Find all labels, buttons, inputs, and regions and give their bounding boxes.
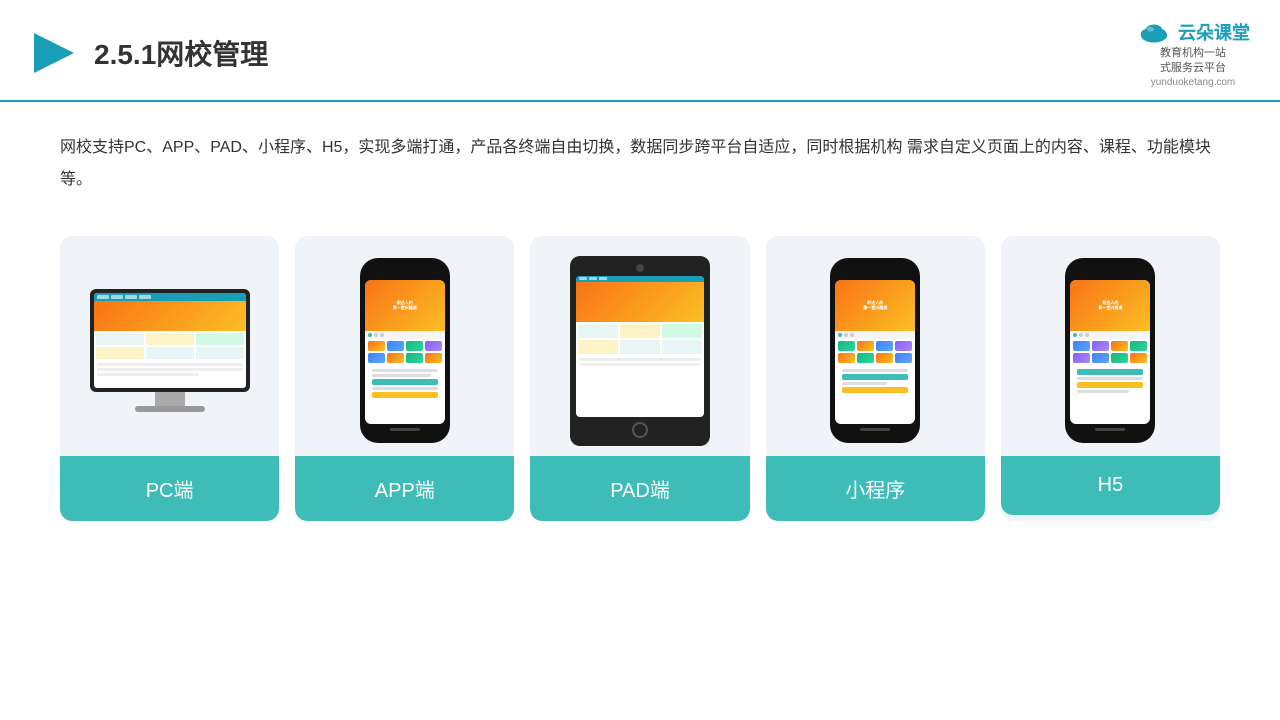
cards-container: PC端 职达人的第一堂兴趣课 (0, 206, 1280, 551)
phone-mini-mockup: 职达人的第一堂兴趣课 (830, 258, 920, 443)
logo-tagline: 教育机构一站式服务云平台 (1160, 46, 1226, 77)
page-title: 2.5.1网校管理 (94, 33, 268, 73)
card-app: 职达人的第一堂兴趣课 (295, 236, 514, 521)
card-pad-image (530, 236, 749, 456)
description-text: 网校支持PC、APP、PAD、小程序、H5，实现多端打通，产品各终端自由切换，数… (0, 102, 1280, 206)
card-pc: PC端 (60, 236, 279, 521)
header: 2.5.1网校管理 云朵课堂 教育机构一站式服务云平台 yunduoketang… (0, 0, 1280, 102)
tablet-mockup (570, 256, 710, 446)
card-miniprogram-label: 小程序 (766, 456, 985, 521)
card-pc-label: PC端 (60, 456, 279, 521)
logo-area: 云朵课堂 教育机构一站式服务云平台 yunduoketang.com (1136, 18, 1250, 88)
phone-app-mockup: 职达人的第一堂兴趣课 (360, 258, 450, 443)
phone-h5-mockup: 职达人的第一堂兴趣课 (1065, 258, 1155, 443)
card-h5-label: H5 (1001, 456, 1220, 515)
card-pad-label: PAD端 (530, 456, 749, 521)
header-left: 2.5.1网校管理 (30, 29, 268, 77)
cloud-icon (1136, 18, 1172, 46)
monitor-mockup (90, 289, 250, 412)
logo-url: yunduoketang.com (1151, 77, 1236, 88)
card-h5: 职达人的第一堂兴趣课 (1001, 236, 1220, 521)
play-icon (30, 29, 78, 77)
card-miniprogram: 职达人的第一堂兴趣课 (766, 236, 985, 521)
card-h5-image: 职达人的第一堂兴趣课 (1001, 236, 1220, 456)
card-miniprogram-image: 职达人的第一堂兴趣课 (766, 236, 985, 456)
card-pc-image (60, 236, 279, 456)
card-app-image: 职达人的第一堂兴趣课 (295, 236, 514, 456)
logo-text: 云朵课堂 (1178, 19, 1250, 45)
card-app-label: APP端 (295, 456, 514, 521)
logo-cloud: 云朵课堂 (1136, 18, 1250, 46)
card-pad: PAD端 (530, 236, 749, 521)
